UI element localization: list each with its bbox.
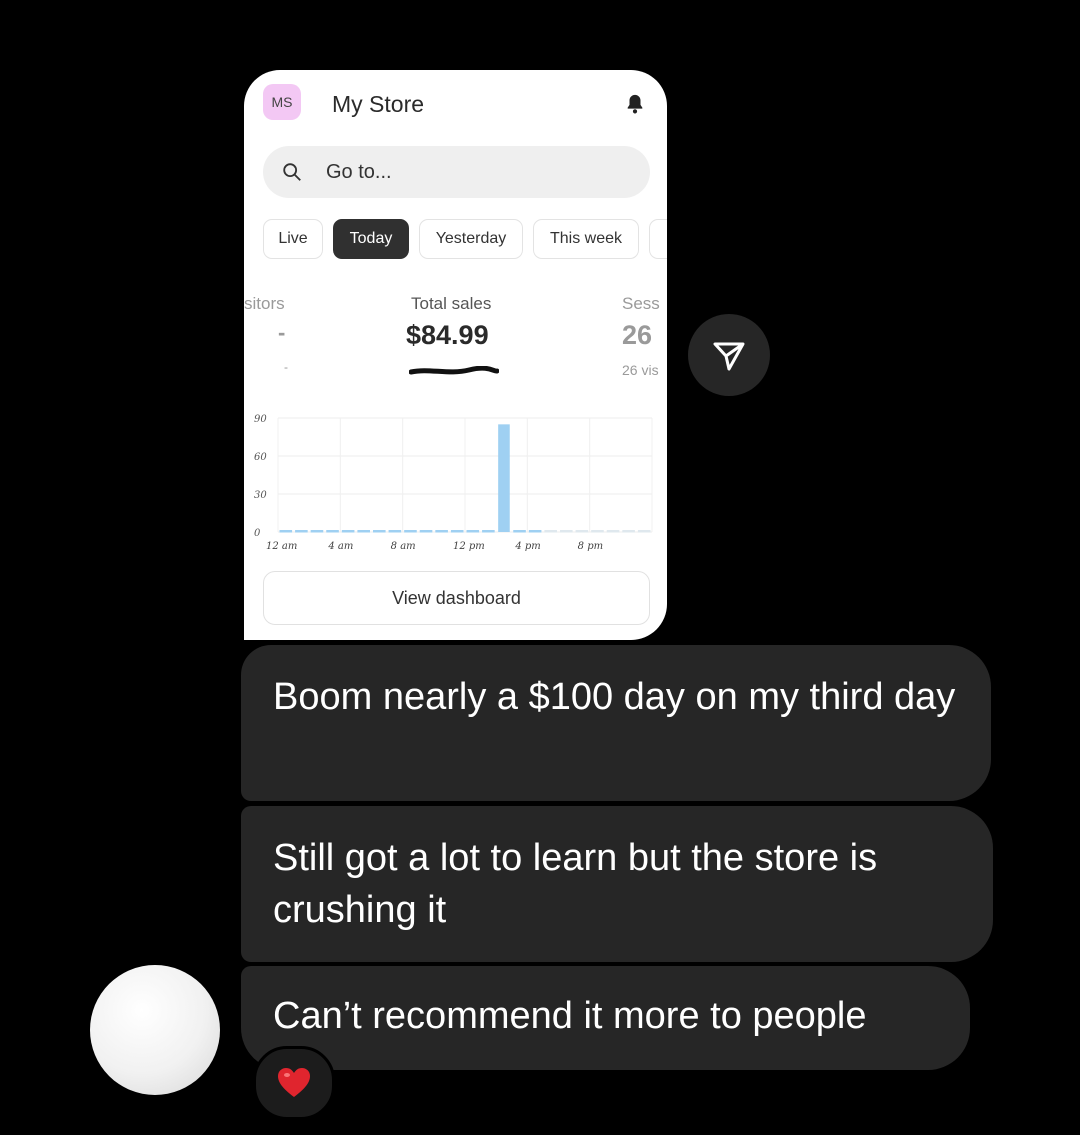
total-sales-label: Total sales xyxy=(411,294,492,313)
y-tick-label: 30 xyxy=(254,490,267,501)
chart-bar xyxy=(513,530,526,533)
store-avatar: MS xyxy=(263,84,301,120)
message-bubble[interactable]: Boom nearly a $100 day on my third day xyxy=(241,645,991,801)
redaction-scribble xyxy=(409,366,499,375)
message-text: Boom nearly a $100 day on my third day xyxy=(273,676,956,718)
message-bubble[interactable]: Can’t recommend it more to people xyxy=(241,966,970,1070)
y-tick-label: 60 xyxy=(254,452,267,463)
chart-bar xyxy=(326,530,339,533)
sessions-value: 26 xyxy=(622,320,653,350)
bell-icon[interactable] xyxy=(624,92,646,116)
chart-bar xyxy=(341,530,355,533)
heart-reaction[interactable] xyxy=(253,1046,335,1120)
search-icon xyxy=(283,163,301,181)
chart-bar xyxy=(404,530,417,533)
sales-bar-chart: 0 30 60 90 12 am 4 am 8 am 12 pm 4 pm 8 pm xyxy=(254,414,653,552)
tab-overflow[interactable] xyxy=(649,219,667,259)
message-text: Still got a lot to learn but the store i… xyxy=(273,837,878,931)
share-button[interactable] xyxy=(688,314,770,396)
y-tick-label: 90 xyxy=(254,414,267,425)
sessions-label: Sess xyxy=(622,294,660,313)
chart-bar xyxy=(575,530,589,533)
sessions-sub: 26 vis xyxy=(622,362,659,378)
chart-bar xyxy=(482,530,495,533)
visitors-value: - xyxy=(278,320,286,345)
search-placeholder: Go to... xyxy=(326,161,392,183)
chart-bar xyxy=(606,530,620,533)
tab-today[interactable]: Today xyxy=(333,219,409,259)
search-bar[interactable]: Go to... xyxy=(263,146,650,198)
chart-bar xyxy=(388,530,402,533)
x-tick-label: 12 pm xyxy=(453,541,485,552)
x-tick-label: 8 pm xyxy=(578,541,603,552)
message-bubble[interactable]: Still got a lot to learn but the store i… xyxy=(241,806,993,962)
visitors-sub: - xyxy=(284,360,288,374)
x-tick-label: 12 am xyxy=(266,541,297,552)
chart-bar xyxy=(560,530,573,533)
chart-bar xyxy=(279,530,293,533)
chart-bar xyxy=(637,530,651,533)
chart-bar xyxy=(450,530,464,533)
chart-bar xyxy=(295,530,308,533)
chart-bar xyxy=(544,530,557,533)
chart-bar xyxy=(498,424,510,532)
chart-bar xyxy=(357,530,370,533)
chart-bar xyxy=(466,530,480,533)
chart-bar xyxy=(419,530,433,533)
sender-avatar[interactable] xyxy=(90,965,220,1095)
shared-store-screenshot[interactable]: MS My Store Go to... Live Today Yesterda… xyxy=(244,70,667,640)
store-name: My Store xyxy=(332,91,425,117)
x-tick-label: 4 am xyxy=(327,541,353,552)
chart-bar xyxy=(528,530,542,533)
total-sales-value: $84.99 xyxy=(406,320,489,350)
message-text: Can’t recommend it more to people xyxy=(273,995,867,1037)
tab-yesterday[interactable]: Yesterday xyxy=(419,219,523,259)
tab-this-week[interactable]: This week xyxy=(533,219,639,259)
send-icon xyxy=(713,342,745,371)
tab-live[interactable]: Live xyxy=(263,219,323,259)
chart-bar xyxy=(622,530,635,533)
visitors-label: sitors xyxy=(244,294,285,313)
x-tick-label: 4 pm xyxy=(514,541,540,552)
chart-bar xyxy=(591,530,604,533)
x-tick-label: 8 am xyxy=(391,541,416,552)
chart-bar xyxy=(310,530,324,533)
y-tick-label: 0 xyxy=(254,528,261,539)
view-dashboard-button[interactable]: View dashboard xyxy=(263,571,650,625)
chart-bar xyxy=(435,530,448,533)
chart-bar xyxy=(373,530,386,533)
heart-icon xyxy=(278,1068,310,1097)
